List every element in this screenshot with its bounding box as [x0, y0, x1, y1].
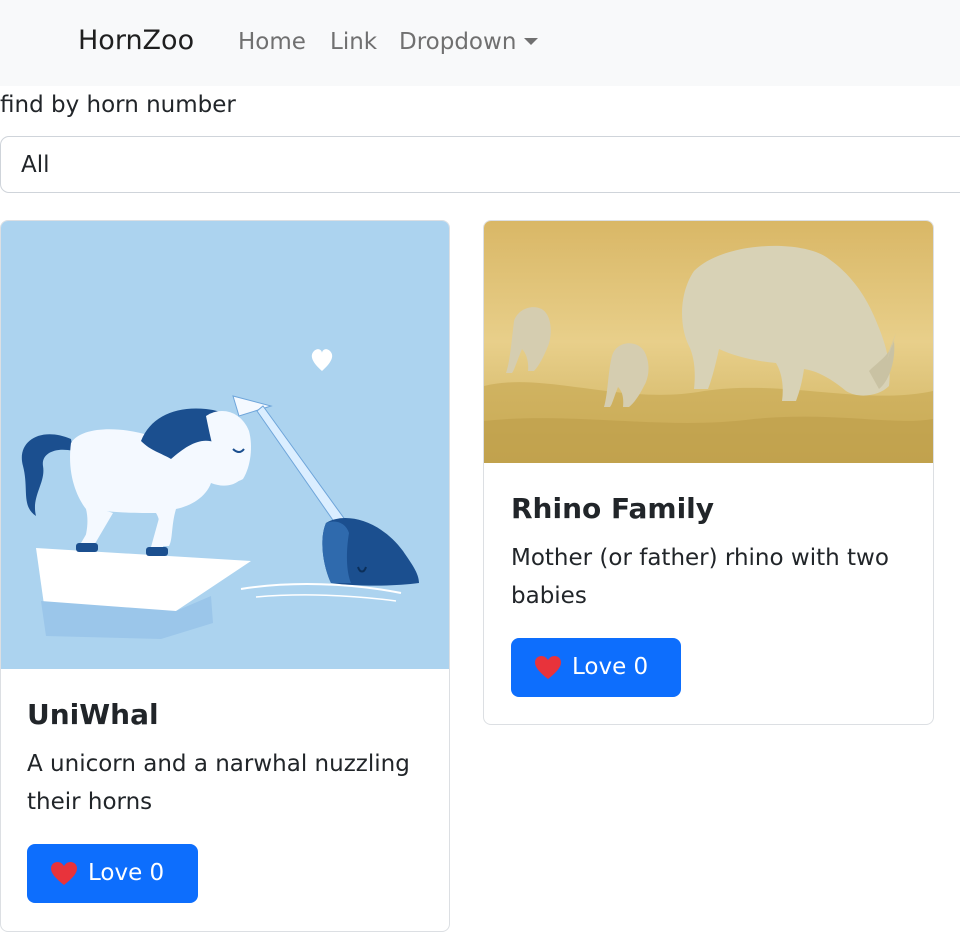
nav-dropdown-toggle[interactable]: Dropdown: [399, 29, 539, 55]
heart-icon: [51, 862, 77, 885]
uniwhal-image: [1, 221, 449, 669]
filter-label: find by horn number: [0, 92, 236, 118]
card-title: Rhino Family: [511, 492, 715, 525]
card-description: A unicorn and a narwhal nuzzling their h…: [27, 751, 410, 815]
horn-number-select[interactable]: All: [0, 136, 960, 193]
love-button-label: Love 0: [88, 860, 165, 886]
select-value: All: [21, 152, 50, 178]
card-uniwhal: UniWhal A unicorn and a narwhal nuzzling…: [0, 220, 450, 932]
love-button[interactable]: Love 0: [27, 844, 198, 903]
card-rhino-family: Rhino Family Mother (or father) rhino wi…: [483, 220, 934, 725]
card-title: UniWhal: [27, 698, 159, 731]
heart-icon: [535, 656, 561, 679]
card-description: Mother (or father) rhino with two babies: [511, 545, 889, 609]
navbar: HornZoo Home Link Dropdown: [0, 0, 960, 86]
love-button-label: Love 0: [572, 654, 649, 680]
nav-dropdown-label: Dropdown: [399, 29, 517, 55]
love-button[interactable]: Love 0: [511, 638, 681, 697]
rhino-family-image: [484, 221, 933, 463]
caret-down-icon: [524, 38, 539, 45]
nav-link-link[interactable]: Link: [330, 29, 377, 55]
navbar-brand[interactable]: HornZoo: [78, 25, 194, 56]
nav-link-home[interactable]: Home: [238, 29, 306, 55]
